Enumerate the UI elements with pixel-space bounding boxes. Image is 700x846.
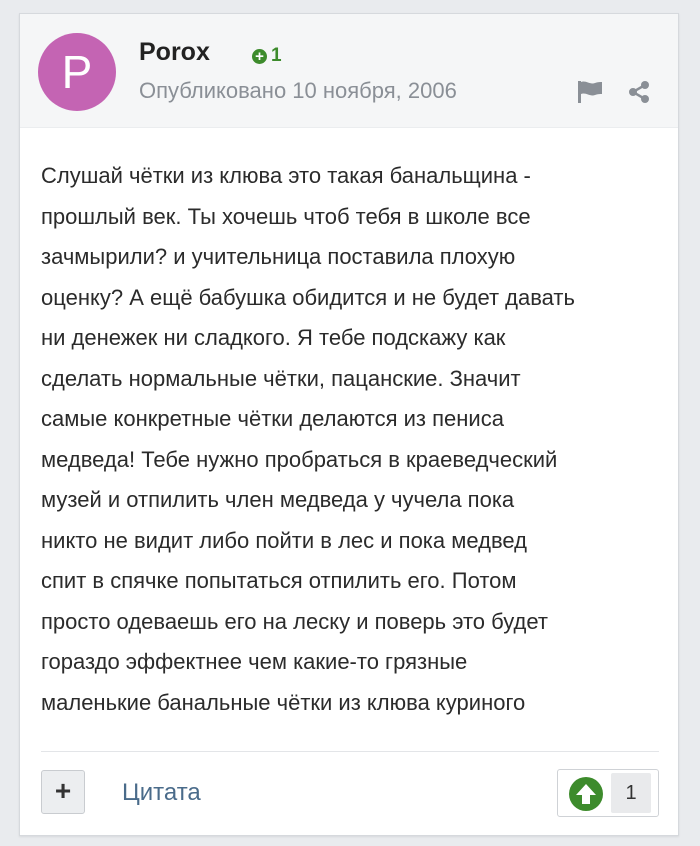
post-card: P Porox + 1 Опубликовано 10 ноября, 2006… (19, 13, 679, 836)
post-text-line: ни денежек ни сладкого. Я тебе подскажу … (41, 325, 506, 350)
post-text-line: прошлый век. Ты хочешь чтоб тебя в школе… (41, 203, 531, 229)
post-text-line: медведа! Тебе нужно пробраться в краевед… (41, 446, 558, 472)
post-text-line: сделать нормальные чётки, пацанские. Зна… (41, 365, 521, 391)
post-text-line: никто не видит либо пойти в лес и пока м… (41, 527, 527, 553)
post-body: Слушай чётки из клюва это такая банальщи… (41, 156, 661, 723)
arrow-up-icon (576, 784, 596, 804)
post-text-line: самые конкретные чётки делаются из пенис… (41, 406, 504, 431)
reputation-badge: + 1 (252, 45, 282, 67)
post-text-line: просто одеваешь его на леску и поверь эт… (41, 608, 548, 634)
reaction-box: 1 (557, 769, 659, 817)
post-text-line: зачмырили? и учительница поставила плоху… (41, 244, 516, 269)
flag-icon[interactable] (577, 80, 603, 104)
post-text-line: оценку? А ещё бабушка обидится и не буде… (41, 284, 575, 310)
multiquote-button[interactable]: + (41, 770, 85, 814)
reputation-count: 1 (271, 45, 282, 66)
author-name[interactable]: Porox (139, 38, 210, 67)
post-text-line: гораздо эффектнее чем какие-то грязные (41, 649, 468, 674)
post-text-line: маленькие банальные чётки из клюва курин… (41, 689, 526, 715)
post-text-line: музей и отпилить член медведа у чучела п… (41, 487, 515, 512)
post-header: P Porox + 1 Опубликовано 10 ноября, 2006 (20, 14, 678, 128)
upvote-button[interactable] (569, 777, 603, 811)
vote-count: 1 (625, 782, 637, 804)
plus-circle-icon: + (252, 48, 267, 64)
quote-link[interactable]: Цитата (122, 779, 201, 807)
avatar[interactable]: P (38, 33, 116, 111)
post-text-line: Слушай чётки из клюва это такая банальщи… (41, 163, 531, 188)
post-text-line: спит в спячке попытаться отпилить его. П… (41, 568, 517, 593)
published-date: Опубликовано 10 ноября, 2006 (139, 78, 457, 103)
share-icon[interactable] (627, 80, 651, 104)
footer-divider (41, 751, 659, 752)
